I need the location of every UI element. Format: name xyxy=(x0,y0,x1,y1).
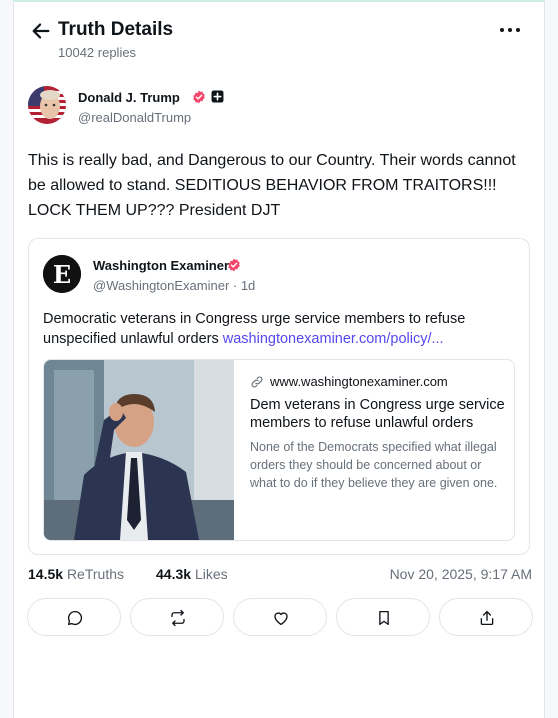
reply-count: 10042 replies xyxy=(58,45,137,60)
quote-author-handle: @WashingtonExaminer · 1d xyxy=(93,278,256,293)
likes-stat[interactable]: 44.3k Likes xyxy=(156,566,228,582)
verified-badge-icon xyxy=(193,90,205,104)
retruth-icon xyxy=(171,609,185,627)
action-bar xyxy=(27,598,533,638)
page-header: Truth Details 10042 replies xyxy=(14,2,544,66)
post-timestamp: Nov 20, 2025, 9:17 AM xyxy=(389,566,532,582)
author-handle[interactable]: @realDonaldTrump xyxy=(78,110,191,125)
link-preview-description: None of the Democrats specified what ill… xyxy=(250,440,498,490)
page-title: Truth Details xyxy=(58,19,174,40)
quoted-post[interactable]: E Washington Examiner @WashingtonExamine… xyxy=(28,238,530,555)
bookmark-icon xyxy=(379,610,389,626)
retruths-stat[interactable]: 14.5k ReTruths xyxy=(28,566,124,582)
engagement-stats: 14.5k ReTruths 44.3k Likes Nov 20, 2025,… xyxy=(28,566,532,586)
arrow-left-icon[interactable] xyxy=(30,20,52,42)
verified-badge-icon xyxy=(228,258,240,272)
quote-text: Democratic veterans in Congress urge ser… xyxy=(43,309,513,349)
link-preview-title: Dem veterans in Congress urge service me… xyxy=(250,397,505,431)
avatar[interactable] xyxy=(28,86,66,124)
heart-icon xyxy=(274,612,288,626)
reply-bubble-icon xyxy=(67,610,83,626)
link-preview-domain-row: www.washingtonexaminer.com xyxy=(250,374,506,392)
bookmark-button[interactable] xyxy=(336,598,430,636)
share-button[interactable] xyxy=(439,598,533,636)
link-preview-image xyxy=(44,360,234,540)
plus-badge-icon xyxy=(211,90,224,103)
author-name[interactable]: Donald J. Trump xyxy=(78,90,180,105)
link-preview-body: www.washingtonexaminer.com Dem veterans … xyxy=(250,374,506,492)
link-preview-card[interactable]: www.washingtonexaminer.com Dem veterans … xyxy=(43,359,515,541)
link-preview-domain: www.washingtonexaminer.com xyxy=(270,374,448,389)
post-text: This is really bad, and Dangerous to our… xyxy=(28,152,516,219)
quote-avatar[interactable]: E xyxy=(43,255,81,293)
share-icon xyxy=(480,610,494,626)
reply-button[interactable] xyxy=(27,598,121,636)
retruth-button[interactable] xyxy=(130,598,224,636)
svg-text:E: E xyxy=(53,260,71,289)
link-icon xyxy=(251,376,263,388)
post-detail-panel: Truth Details 10042 replies Donald J. Tr… xyxy=(13,0,545,718)
like-button[interactable] xyxy=(233,598,327,636)
retruths-count: 14.5k xyxy=(28,566,64,582)
author-row: Donald J. Trump @realDonaldTrump xyxy=(28,86,328,126)
likes-label: Likes xyxy=(194,566,228,582)
retruths-label: ReTruths xyxy=(66,566,124,582)
more-horizontal-icon[interactable] xyxy=(500,25,522,35)
likes-count: 44.3k xyxy=(156,566,192,582)
quote-link[interactable]: washingtonexaminer.com/policy/... xyxy=(223,331,444,347)
quote-author-name[interactable]: Washington Examiner xyxy=(93,258,229,273)
